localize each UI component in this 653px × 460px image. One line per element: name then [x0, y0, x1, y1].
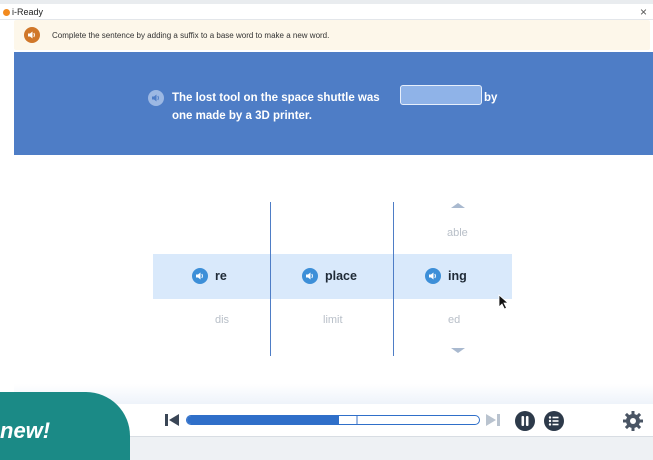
- suffix-selected-option[interactable]: ing: [425, 268, 467, 284]
- suffix-scroll-up-icon[interactable]: [451, 203, 465, 208]
- question-text-line2: one made by a 3D printer.: [172, 110, 312, 122]
- prefix-audio-button[interactable]: [192, 268, 208, 284]
- new-badge-text: new!: [0, 418, 51, 443]
- question-text-after-blank: by: [484, 92, 498, 104]
- question-text-line1: The lost tool on the space shuttle was: [172, 92, 380, 104]
- progress-marker: [356, 416, 359, 424]
- suffix-audio-button[interactable]: [425, 268, 441, 284]
- question-panel: The lost tool on the space shuttle was b…: [14, 52, 653, 155]
- pause-button[interactable]: [515, 411, 535, 431]
- audio-icon: [306, 272, 313, 280]
- suffix-option-below[interactable]: ed: [448, 314, 460, 326]
- audio-icon: [152, 94, 159, 102]
- skip-forward-button[interactable]: [485, 413, 501, 427]
- base-option-below[interactable]: limit: [323, 314, 343, 326]
- close-button[interactable]: ×: [640, 4, 647, 20]
- prefix-selected-option[interactable]: re: [192, 268, 227, 284]
- suffix-selected-label: ing: [448, 269, 467, 283]
- base-selected-option[interactable]: place: [302, 268, 357, 284]
- base-selected-label: place: [325, 269, 357, 283]
- prefix-selected-label: re: [215, 269, 227, 283]
- skip-back-icon: [165, 414, 168, 426]
- skip-back-button[interactable]: [164, 413, 180, 427]
- skip-forward-icon: [486, 414, 496, 426]
- pause-icon: [521, 416, 529, 426]
- instruction-text: Complete the sentence by adding a suffix…: [52, 30, 330, 40]
- suffix-option-above[interactable]: able: [447, 227, 468, 239]
- app-logo: i-Ready: [3, 6, 43, 18]
- audio-icon: [429, 272, 436, 280]
- audio-icon: [28, 31, 35, 39]
- title-bar: i-Ready ×: [0, 4, 653, 20]
- column-divider: [393, 202, 394, 356]
- lesson-menu-button[interactable]: [544, 411, 564, 431]
- base-audio-button[interactable]: [302, 268, 318, 284]
- settings-button[interactable]: [622, 410, 644, 432]
- progress-bar[interactable]: [186, 415, 480, 425]
- column-divider: [270, 202, 271, 356]
- suffix-scroll-down-icon[interactable]: [451, 348, 465, 353]
- question-audio-button[interactable]: [148, 90, 164, 106]
- prefix-option-below[interactable]: dis: [215, 314, 229, 326]
- instruction-audio-button[interactable]: [24, 27, 40, 43]
- list-icon: [548, 416, 559, 426]
- app-name: i-Ready: [12, 7, 44, 17]
- logo-dot-icon: [3, 8, 10, 16]
- audio-icon: [196, 272, 203, 280]
- instruction-bar: Complete the sentence by adding a suffix…: [14, 20, 650, 50]
- mouse-cursor-icon: [498, 294, 510, 310]
- answer-blank[interactable]: [400, 85, 482, 105]
- progress-fill: [187, 416, 339, 424]
